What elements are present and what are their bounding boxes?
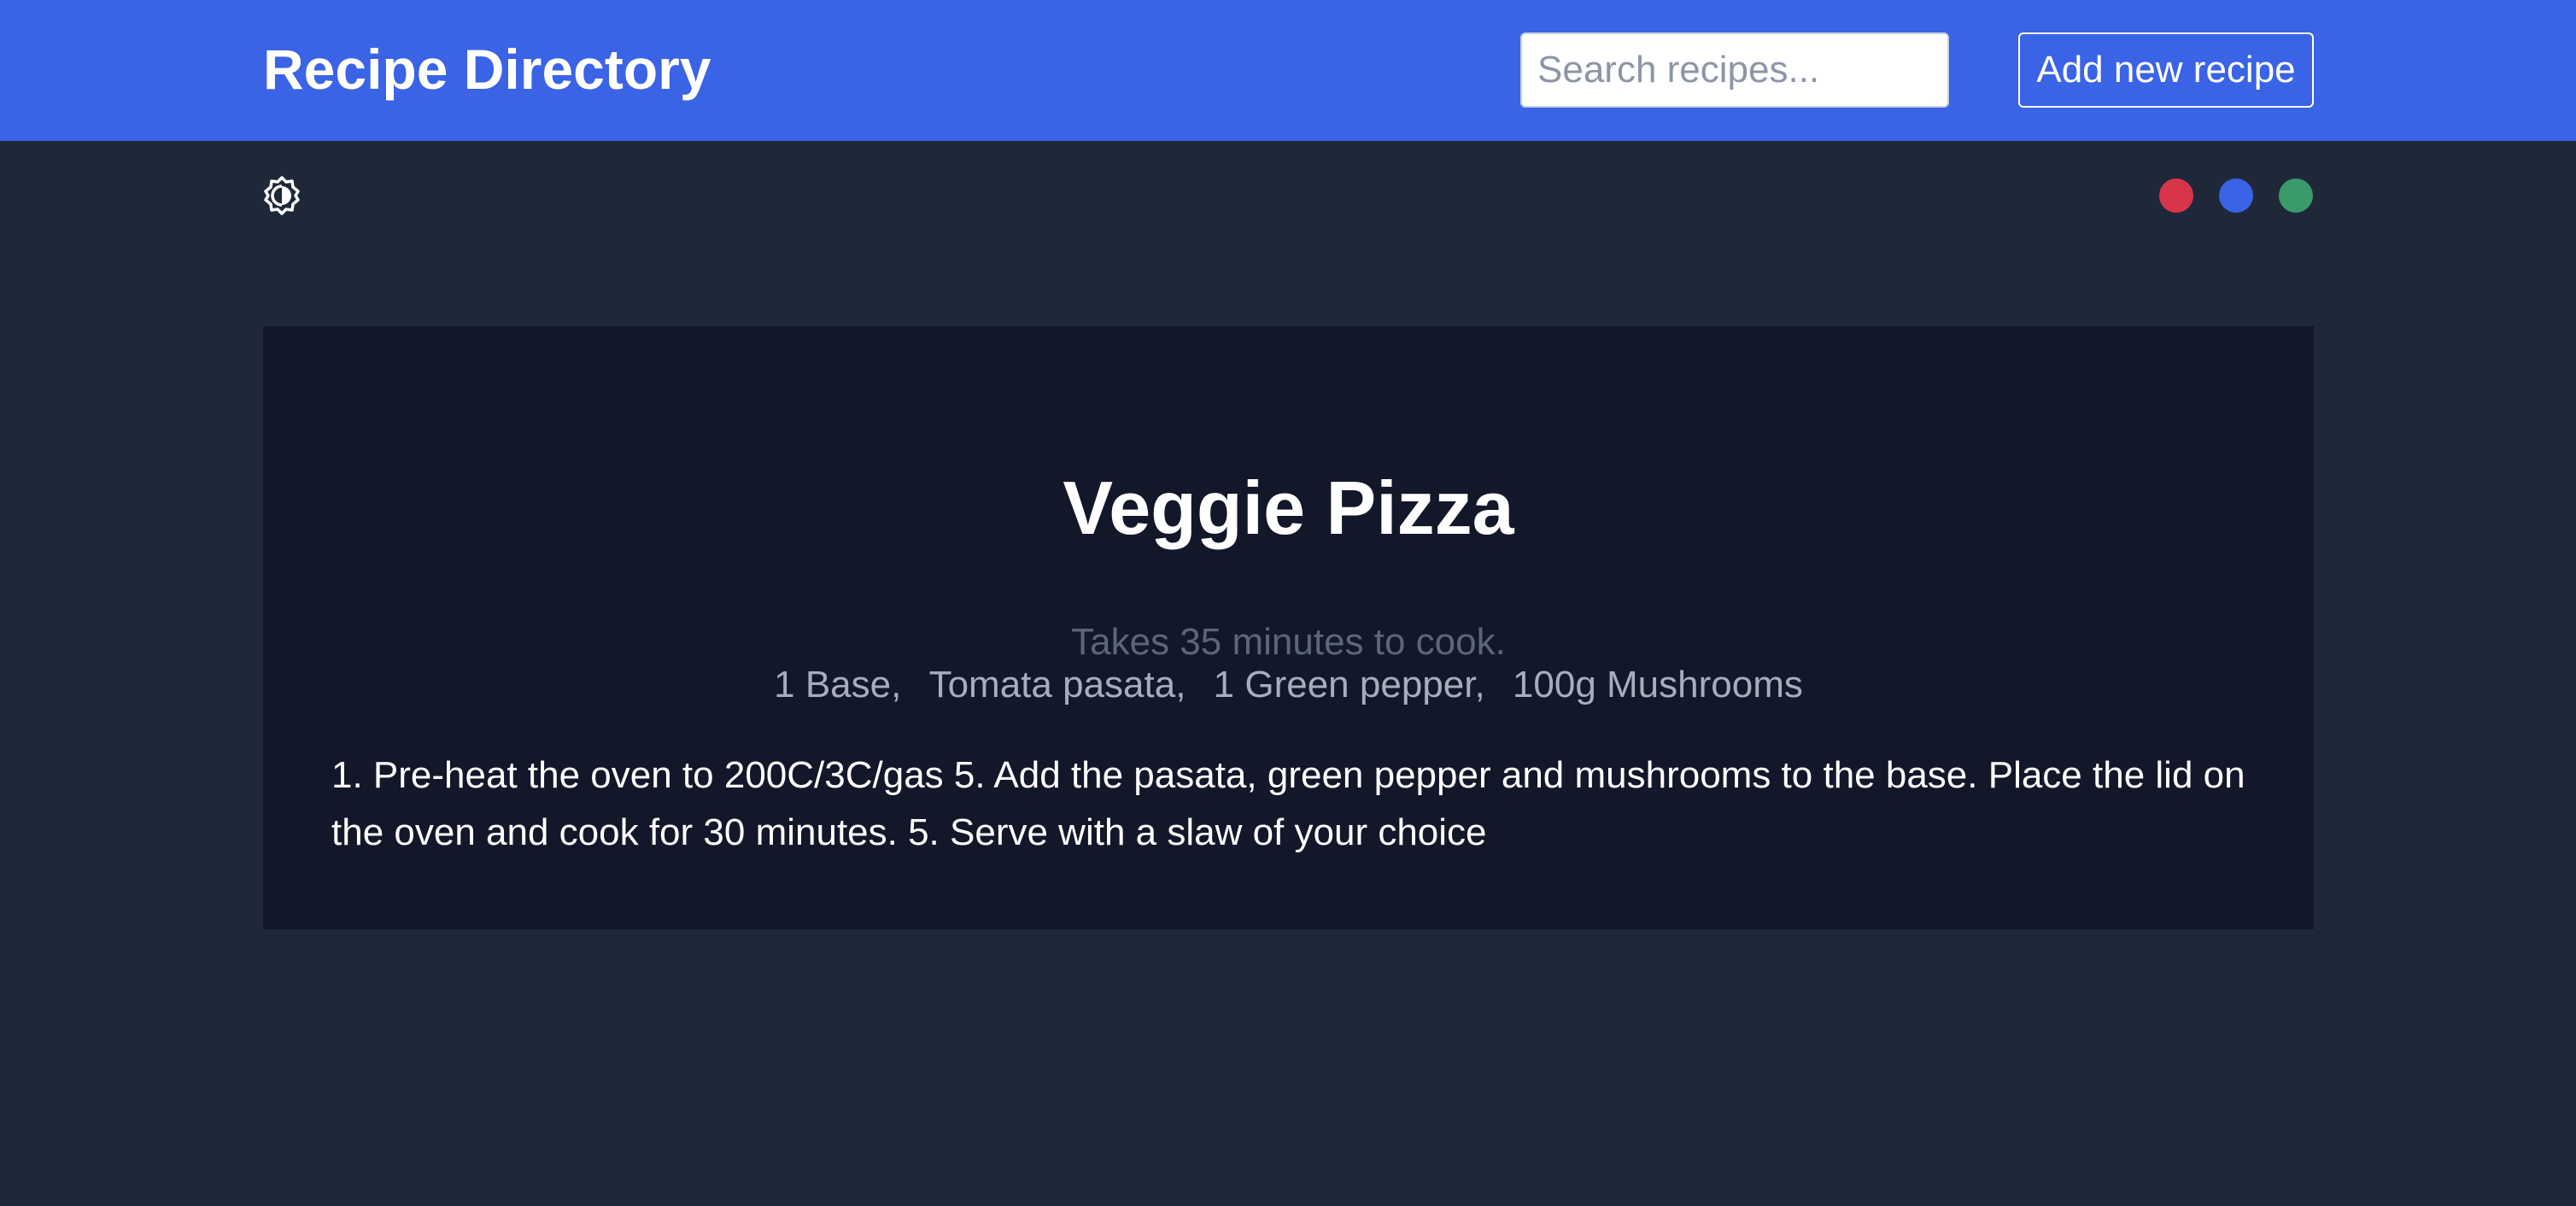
contrast-toggle-icon[interactable]: [261, 175, 302, 216]
recipe-method: 1. Pre-heat the oven to 200C/3C/gas 5. A…: [331, 754, 2245, 853]
app-header: Recipe Directory Add new recipe: [0, 0, 2576, 141]
app-title[interactable]: Recipe Directory: [263, 32, 711, 106]
ingredient-list: 1 Base, Tomata pasata, 1 Green pepper, 1…: [263, 663, 2314, 707]
add-recipe-button[interactable]: Add new recipe: [2018, 32, 2314, 108]
recipe-title: Veggie Pizza: [1063, 465, 1514, 550]
blue-theme-swatch[interactable]: [2219, 179, 2253, 213]
red-theme-swatch[interactable]: [2159, 179, 2193, 213]
search-input[interactable]: [1520, 32, 1949, 108]
ingredient-item: 1 Base,: [774, 664, 902, 705]
cook-time: Takes 35 minutes to cook.: [1071, 621, 1506, 663]
ingredient-item: Tomata pasata,: [928, 664, 1186, 705]
recipe-card: Veggie Pizza Takes 35 minutes to cook. 1…: [263, 326, 2314, 929]
green-theme-swatch[interactable]: [2279, 179, 2313, 213]
ingredient-item: 100g Mushrooms: [1512, 664, 1803, 705]
ingredient-item: 1 Green pepper,: [1213, 664, 1485, 705]
